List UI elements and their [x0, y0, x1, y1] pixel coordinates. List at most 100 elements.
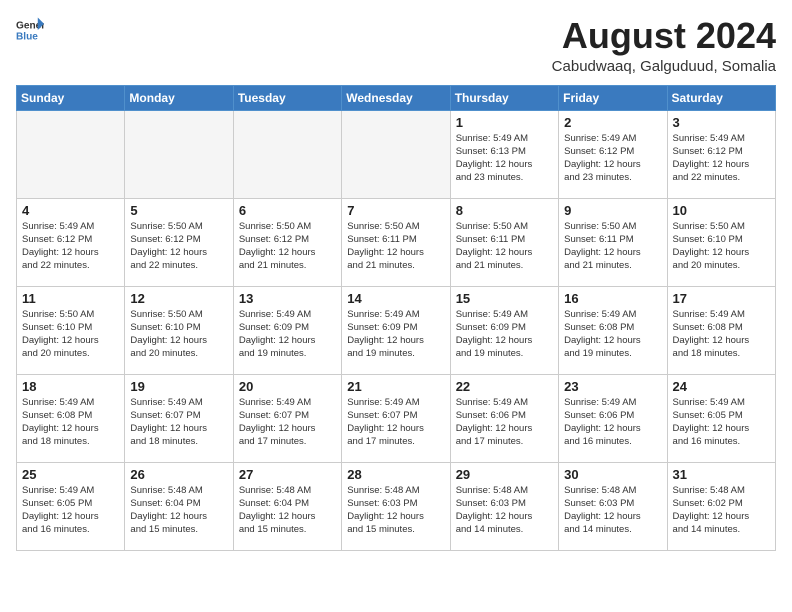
calendar-title: August 2024: [552, 16, 776, 56]
day-number: 28: [347, 467, 444, 482]
day-info: Sunrise: 5:50 AM Sunset: 6:11 PM Dayligh…: [347, 220, 444, 273]
calendar-cell: [17, 110, 125, 198]
calendar-cell: 29 Sunrise: 5:48 AM Sunset: 6:03 PM Dayli…: [450, 462, 558, 550]
calendar-cell: 5Sunrise: 5:50 AM Sunset: 6:12 PM Daylig…: [125, 198, 233, 286]
day-info: Sunrise: 5:49 AM Sunset: 6:08 PM Dayligh…: [673, 308, 770, 361]
calendar-cell: [342, 110, 450, 198]
day-number: 7: [347, 203, 444, 218]
day-number: 27: [239, 467, 336, 482]
day-number: 9: [564, 203, 661, 218]
calendar-cell: 18 Sunrise: 5:49 AM Sunset: 6:08 PM Dayli…: [17, 374, 125, 462]
col-thursday: Thursday: [450, 85, 558, 110]
day-info: Sunrise: 5:49 AM Sunset: 6:08 PM Dayligh…: [564, 308, 661, 361]
day-number: 3: [673, 115, 770, 130]
day-info: Sunrise: 5:50 AM Sunset: 6:11 PM Dayligh…: [564, 220, 661, 273]
day-info: Sunrise: 5:49 AM Sunset: 6:08 PM Dayligh…: [22, 396, 119, 449]
day-info: Sunrise: 5:48 AM Sunset: 6:02 PM Dayligh…: [673, 484, 770, 537]
day-info: Sunrise: 5:49 AM Sunset: 6:06 PM Dayligh…: [564, 396, 661, 449]
day-info: Sunrise: 5:48 AM Sunset: 6:03 PM Dayligh…: [456, 484, 553, 537]
calendar-cell: 26 Sunrise: 5:48 AM Sunset: 6:04 PM Dayli…: [125, 462, 233, 550]
calendar-cell: [233, 110, 341, 198]
day-number: 24: [673, 379, 770, 394]
day-number: 18: [22, 379, 119, 394]
day-number: 26: [130, 467, 227, 482]
day-info: Sunrise: 5:49 AM Sunset: 6:09 PM Dayligh…: [239, 308, 336, 361]
calendar-table: Sunday Monday Tuesday Wednesday Thursday…: [16, 85, 776, 551]
calendar-cell: 20Sunrise: 5:49 AM Sunset: 6:07 PM Dayli…: [233, 374, 341, 462]
col-sunday: Sunday: [17, 85, 125, 110]
calendar-cell: 10Sunrise: 5:50 AM Sunset: 6:10 PM Dayli…: [667, 198, 775, 286]
calendar-cell: 31 Sunrise: 5:48 AM Sunset: 6:02 PM Dayli…: [667, 462, 775, 550]
calendar-cell: 21Sunrise: 5:49 AM Sunset: 6:07 PM Dayli…: [342, 374, 450, 462]
col-friday: Friday: [559, 85, 667, 110]
day-info: Sunrise: 5:50 AM Sunset: 6:12 PM Dayligh…: [130, 220, 227, 273]
day-info: Sunrise: 5:49 AM Sunset: 6:13 PM Dayligh…: [456, 132, 553, 185]
day-info: Sunrise: 5:49 AM Sunset: 6:12 PM Dayligh…: [673, 132, 770, 185]
svg-text:Blue: Blue: [16, 31, 38, 42]
col-monday: Monday: [125, 85, 233, 110]
day-number: 8: [456, 203, 553, 218]
calendar-cell: 14Sunrise: 5:49 AM Sunset: 6:09 PM Dayli…: [342, 286, 450, 374]
day-number: 13: [239, 291, 336, 306]
day-info: Sunrise: 5:49 AM Sunset: 6:05 PM Dayligh…: [673, 396, 770, 449]
logo: General Blue: [16, 16, 44, 44]
day-info: Sunrise: 5:48 AM Sunset: 6:04 PM Dayligh…: [130, 484, 227, 537]
day-number: 22: [456, 379, 553, 394]
day-number: 16: [564, 291, 661, 306]
day-number: 6: [239, 203, 336, 218]
calendar-cell: 7 Sunrise: 5:50 AM Sunset: 6:11 PM Daylig…: [342, 198, 450, 286]
calendar-cell: 22Sunrise: 5:49 AM Sunset: 6:06 PM Dayli…: [450, 374, 558, 462]
day-number: 15: [456, 291, 553, 306]
day-info: Sunrise: 5:50 AM Sunset: 6:11 PM Dayligh…: [456, 220, 553, 273]
day-info: Sunrise: 5:50 AM Sunset: 6:10 PM Dayligh…: [673, 220, 770, 273]
calendar-week-2: 4 Sunrise: 5:49 AM Sunset: 6:12 PM Daylig…: [17, 198, 776, 286]
calendar-cell: 23 Sunrise: 5:49 AM Sunset: 6:06 PM Dayli…: [559, 374, 667, 462]
day-info: Sunrise: 5:48 AM Sunset: 6:04 PM Dayligh…: [239, 484, 336, 537]
calendar-cell: 9 Sunrise: 5:50 AM Sunset: 6:11 PM Daylig…: [559, 198, 667, 286]
day-number: 23: [564, 379, 661, 394]
calendar-week-3: 11 Sunrise: 5:50 AM Sunset: 6:10 PM Dayli…: [17, 286, 776, 374]
calendar-week-1: 1Sunrise: 5:49 AM Sunset: 6:13 PM Daylig…: [17, 110, 776, 198]
day-number: 2: [564, 115, 661, 130]
calendar-cell: 2 Sunrise: 5:49 AM Sunset: 6:12 PM Daylig…: [559, 110, 667, 198]
day-number: 14: [347, 291, 444, 306]
day-number: 20: [239, 379, 336, 394]
day-info: Sunrise: 5:48 AM Sunset: 6:03 PM Dayligh…: [564, 484, 661, 537]
day-info: Sunrise: 5:50 AM Sunset: 6:10 PM Dayligh…: [22, 308, 119, 361]
calendar-cell: 12Sunrise: 5:50 AM Sunset: 6:10 PM Dayli…: [125, 286, 233, 374]
day-number: 25: [22, 467, 119, 482]
calendar-cell: 16 Sunrise: 5:49 AM Sunset: 6:08 PM Dayli…: [559, 286, 667, 374]
day-info: Sunrise: 5:50 AM Sunset: 6:12 PM Dayligh…: [239, 220, 336, 273]
col-wednesday: Wednesday: [342, 85, 450, 110]
calendar-cell: 6 Sunrise: 5:50 AM Sunset: 6:12 PM Daylig…: [233, 198, 341, 286]
calendar-cell: 15 Sunrise: 5:49 AM Sunset: 6:09 PM Dayli…: [450, 286, 558, 374]
day-number: 11: [22, 291, 119, 306]
day-number: 29: [456, 467, 553, 482]
day-number: 31: [673, 467, 770, 482]
day-number: 19: [130, 379, 227, 394]
calendar-cell: 13 Sunrise: 5:49 AM Sunset: 6:09 PM Dayli…: [233, 286, 341, 374]
calendar-week-5: 25 Sunrise: 5:49 AM Sunset: 6:05 PM Dayli…: [17, 462, 776, 550]
calendar-cell: 19 Sunrise: 5:49 AM Sunset: 6:07 PM Dayli…: [125, 374, 233, 462]
calendar-cell: 1Sunrise: 5:49 AM Sunset: 6:13 PM Daylig…: [450, 110, 558, 198]
day-info: Sunrise: 5:49 AM Sunset: 6:07 PM Dayligh…: [130, 396, 227, 449]
day-info: Sunrise: 5:49 AM Sunset: 6:09 PM Dayligh…: [456, 308, 553, 361]
day-info: Sunrise: 5:49 AM Sunset: 6:05 PM Dayligh…: [22, 484, 119, 537]
day-info: Sunrise: 5:48 AM Sunset: 6:03 PM Dayligh…: [347, 484, 444, 537]
day-number: 30: [564, 467, 661, 482]
day-number: 17: [673, 291, 770, 306]
day-number: 12: [130, 291, 227, 306]
logo-icon: General Blue: [16, 16, 44, 44]
page-header: General Blue August 2024 Cabudwaaq, Galg…: [16, 16, 776, 75]
calendar-cell: 24 Sunrise: 5:49 AM Sunset: 6:05 PM Dayli…: [667, 374, 775, 462]
calendar-cell: 30 Sunrise: 5:48 AM Sunset: 6:03 PM Dayli…: [559, 462, 667, 550]
calendar-cell: 11 Sunrise: 5:50 AM Sunset: 6:10 PM Dayli…: [17, 286, 125, 374]
title-block: August 2024 Cabudwaaq, Galguduud, Somali…: [552, 16, 776, 75]
day-info: Sunrise: 5:49 AM Sunset: 6:12 PM Dayligh…: [564, 132, 661, 185]
calendar-week-4: 18 Sunrise: 5:49 AM Sunset: 6:08 PM Dayli…: [17, 374, 776, 462]
day-number: 4: [22, 203, 119, 218]
col-saturday: Saturday: [667, 85, 775, 110]
day-info: Sunrise: 5:49 AM Sunset: 6:12 PM Dayligh…: [22, 220, 119, 273]
day-info: Sunrise: 5:49 AM Sunset: 6:07 PM Dayligh…: [347, 396, 444, 449]
calendar-cell: 25 Sunrise: 5:49 AM Sunset: 6:05 PM Dayli…: [17, 462, 125, 550]
